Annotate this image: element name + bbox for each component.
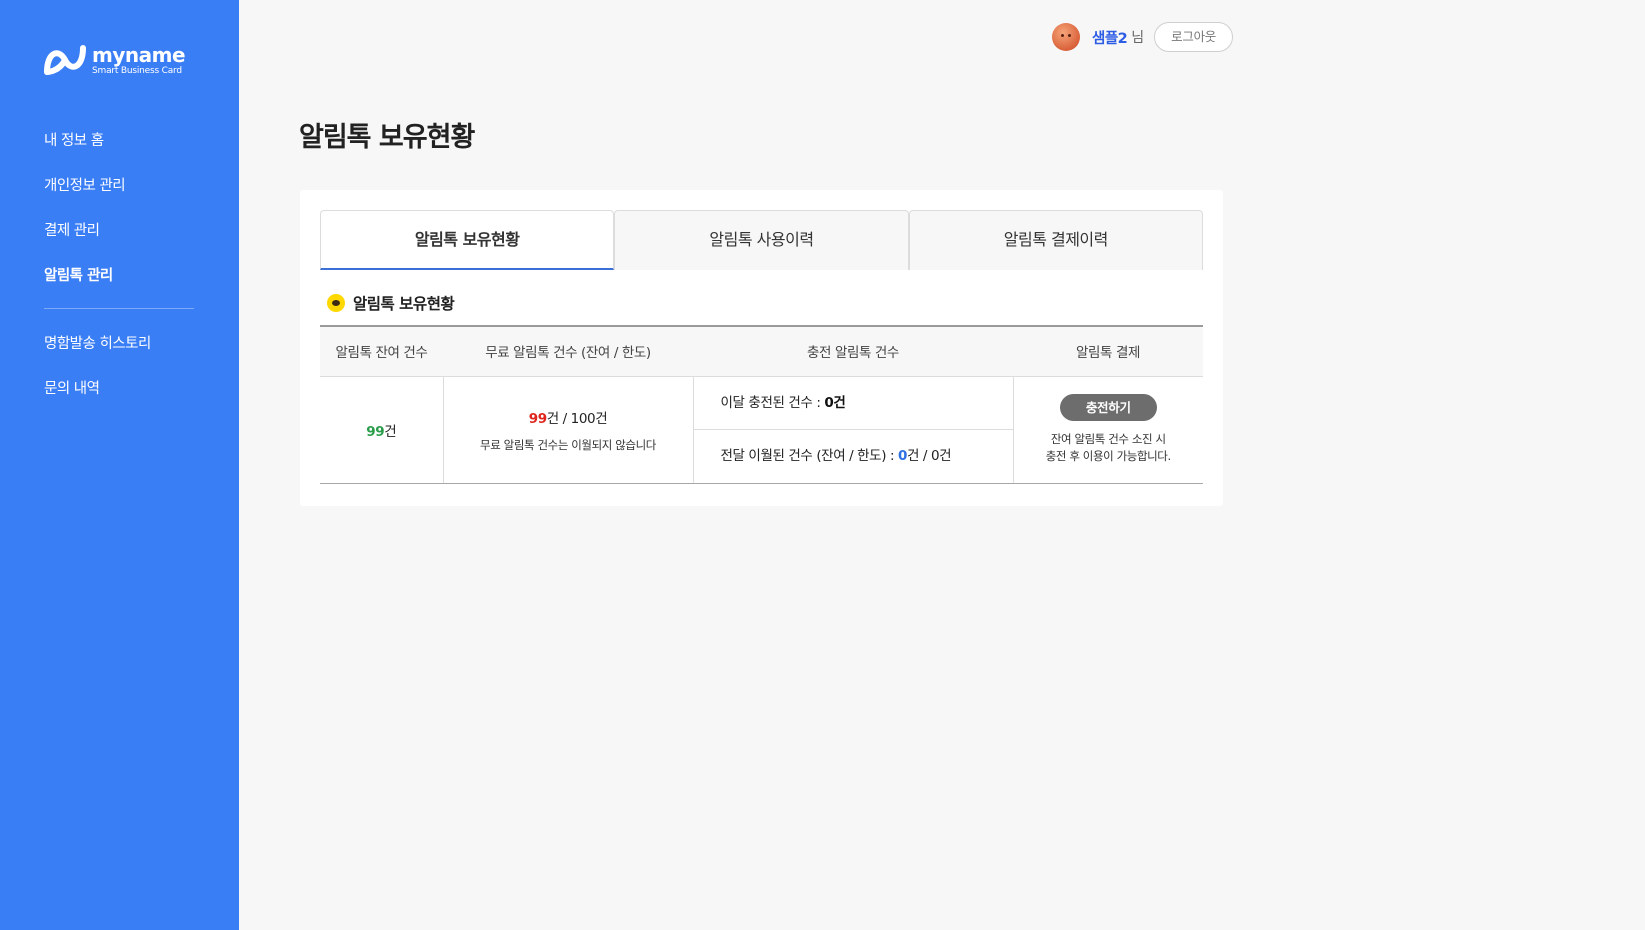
- charged-cell: 이달 충전된 건수 : 0건 전달 이월된 건수 (잔여 / 한도) : 0건 …: [693, 376, 1014, 484]
- column-header-charged: 충전 알림톡 건수: [693, 326, 1013, 377]
- payment-note-line2: 충전 후 이용이 가능합니다.: [1045, 449, 1171, 463]
- sidebar-nav: 내 정보 홈 개인정보 관리 결제 관리 알림톡 관리 명함발송 히스토리 문의…: [44, 128, 194, 421]
- column-header-remaining: 알림톡 잔여 건수: [320, 326, 443, 377]
- sidebar-divider: [44, 308, 194, 309]
- user-suffix: 님: [1131, 30, 1145, 46]
- charge-button[interactable]: 충전하기: [1059, 394, 1157, 421]
- column-header-free: 무료 알림톡 건수 (잔여 / 한도): [443, 326, 693, 377]
- this-month-charged: 이달 충전된 건수 : 0건: [693, 377, 1013, 430]
- tab-bar: 알림톡 보유현황 알림톡 사용이력 알림톡 결제이력: [320, 210, 1203, 270]
- holdings-table: 알림톡 잔여 건수 무료 알림톡 건수 (잔여 / 한도) 충전 알림톡 건수 …: [320, 325, 1203, 484]
- section-title-text: 알림톡 보유현황: [353, 295, 455, 313]
- avatar[interactable]: [1052, 23, 1080, 51]
- logout-button[interactable]: 로그아웃: [1154, 22, 1233, 52]
- column-header-payment: 알림톡 결제: [1013, 326, 1203, 377]
- carried-rest: 건 / 0건: [907, 447, 952, 464]
- sidebar-item-home[interactable]: 내 정보 홈: [44, 128, 194, 173]
- free-cell: 99건 / 100건 무료 알림톡 건수는 이월되지 않습니다: [443, 376, 694, 484]
- carried-over: 전달 이월된 건수 (잔여 / 한도) : 0건 / 0건: [694, 430, 1013, 483]
- sidebar-item-card-history[interactable]: 명함발송 히스토리: [44, 331, 194, 376]
- free-unit: 건: [546, 410, 559, 427]
- top-bar: 샘플2 님 로그아웃: [1052, 22, 1233, 52]
- content-card: 알림톡 보유현황 알림톡 사용이력 알림톡 결제이력 알림톡 보유현황 알림톡 …: [300, 190, 1223, 506]
- free-note: 무료 알림톡 건수는 이월되지 않습니다: [480, 437, 656, 452]
- free-limit: / 100건: [562, 410, 608, 427]
- free-value: 99: [528, 410, 547, 427]
- brand-word: myname: [92, 42, 186, 67]
- brand-logo[interactable]: myname Smart Business Card: [44, 42, 186, 76]
- payment-cell: 충전하기 잔여 알림톡 건수 소진 시 충전 후 이용이 가능합니다.: [1013, 376, 1204, 484]
- sidebar-item-payment[interactable]: 결제 관리: [44, 218, 194, 263]
- this-month-label: 이달 충전된 건수 :: [720, 394, 821, 411]
- this-month-value: 0건: [824, 394, 846, 411]
- user-name: 샘플2: [1092, 30, 1128, 47]
- tab-holdings[interactable]: 알림톡 보유현황: [320, 210, 615, 270]
- brand-tagline: Smart Business Card: [92, 65, 182, 76]
- sidebar-item-profile[interactable]: 개인정보 관리: [44, 173, 194, 218]
- payment-note: 잔여 알림톡 건수 소진 시 충전 후 이용이 가능합니다.: [1014, 431, 1204, 465]
- carried-value: 0: [898, 447, 908, 464]
- page-title: 알림톡 보유현황: [299, 122, 475, 153]
- tab-payment-history[interactable]: 알림톡 결제이력: [908, 210, 1203, 270]
- sidebar: myname Smart Business Card 내 정보 홈 개인정보 관…: [0, 0, 239, 930]
- kakao-talk-icon: [327, 294, 345, 312]
- payment-note-line1: 잔여 알림톡 건수 소진 시: [1050, 432, 1166, 446]
- tab-usage-history[interactable]: 알림톡 사용이력: [614, 210, 909, 270]
- sidebar-item-alimtalk[interactable]: 알림톡 관리: [44, 263, 194, 308]
- remaining-cell: 99건: [320, 376, 444, 484]
- remaining-value: 99: [366, 423, 385, 440]
- section-title: 알림톡 보유현황: [327, 292, 455, 314]
- logo-icon: [44, 45, 86, 75]
- table-row: 99건 99건 / 100건 무료 알림톡 건수는 이월되지 않습니다 이달 충…: [320, 376, 1204, 484]
- carried-label: 전달 이월된 건수 (잔여 / 한도) :: [720, 447, 895, 464]
- sidebar-item-inquiries[interactable]: 문의 내역: [44, 376, 194, 421]
- remaining-unit: 건: [384, 423, 397, 440]
